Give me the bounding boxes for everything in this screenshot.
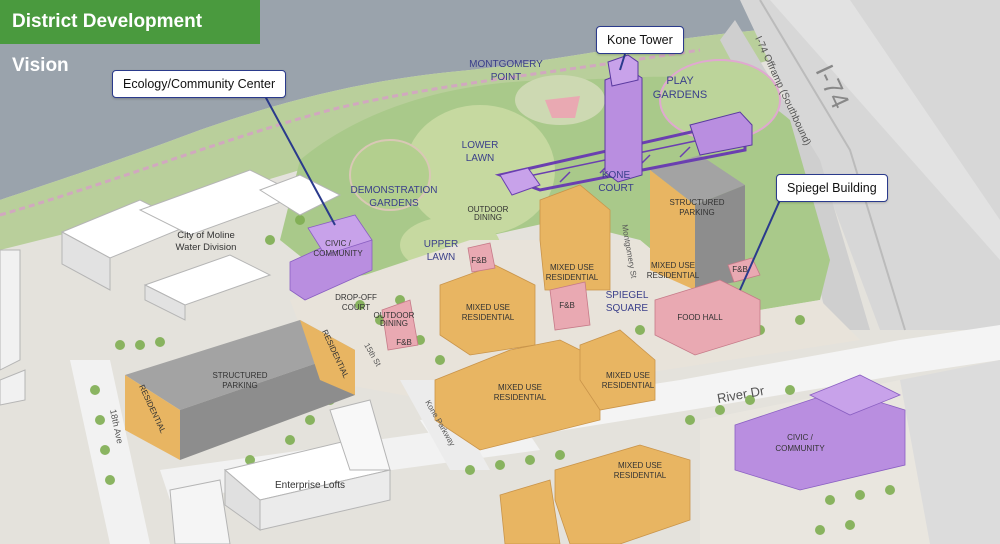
page-title: District Development Vision: [0, 0, 260, 76]
fb-label-3: F&B: [396, 338, 412, 347]
spiegel-building-callout[interactable]: Spiegel Building: [776, 174, 888, 202]
mixed-use-label-2: MIXED USE RESIDENTIAL: [546, 263, 599, 282]
mixed-use-label-6: MIXED USE RESIDENTIAL: [647, 261, 700, 280]
fb-label-4: F&B: [732, 265, 748, 274]
ecology-center-callout[interactable]: Ecology/Community Center: [112, 70, 287, 98]
mixed-use-label-4: MIXED USE RESIDENTIAL: [602, 371, 655, 390]
water-division-label: City of Moline Water Division: [176, 230, 237, 253]
kone-tower-shaft: [604, 69, 643, 183]
food-hall-label: FOOD HALL: [677, 313, 723, 322]
map-stage: MONTGOMERY POINT PLAY GARDENS LOWER LAWN DE…: [0, 0, 1000, 544]
mixed-use-label-5: MIXED USE RESIDENTIAL: [614, 461, 667, 480]
mixed-use-label-3: MIXED USE RESIDENTIAL: [494, 383, 547, 402]
enterprise-lofts-label: Enterprise Lofts: [275, 480, 345, 491]
mixed-use-label-1: MIXED USE RESIDENTIAL: [462, 303, 515, 322]
fb-label-1: F&B: [471, 256, 487, 265]
fb-label-2: F&B: [559, 301, 575, 310]
kone-tower-callout[interactable]: Kone Tower: [596, 26, 684, 54]
